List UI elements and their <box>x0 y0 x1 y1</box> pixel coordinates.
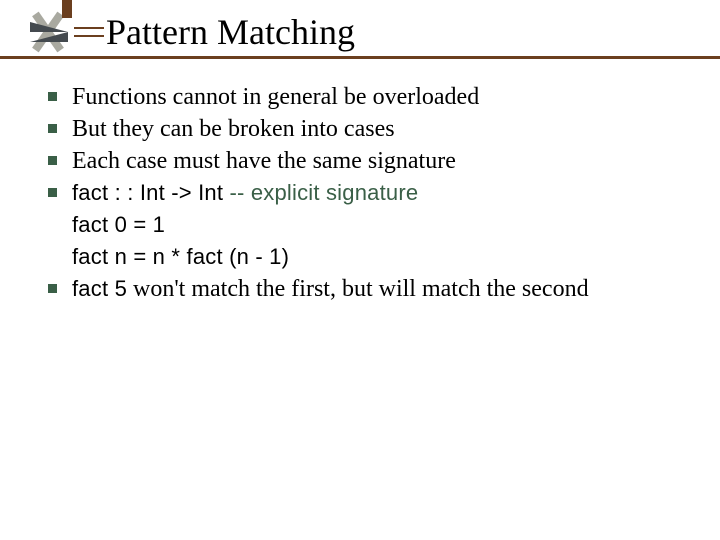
bullet-item: fact : : Int -> Int -- explicit signatur… <box>42 178 690 208</box>
bullet-item: fact 5 won't match the first, but will m… <box>42 274 690 304</box>
square-bullet-icon <box>48 92 57 101</box>
bullet-text: But they can be broken into cases <box>72 116 395 142</box>
bullet-text: won't match the first, but will match th… <box>127 276 589 302</box>
square-bullet-icon <box>48 156 57 165</box>
bullet-item: But they can be broken into cases <box>42 114 690 144</box>
slide-body: Functions cannot in general be overloade… <box>42 82 690 306</box>
bullet-item: Functions cannot in general be overloade… <box>42 82 690 112</box>
bullet-text: Functions cannot in general be overloade… <box>72 84 479 110</box>
square-bullet-icon <box>48 188 57 197</box>
code-comment: -- explicit signature <box>223 180 418 205</box>
bullet-item: Each case must have the same signature <box>42 146 690 176</box>
code-text: fact : : Int -> Int <box>72 180 223 205</box>
slide-title: Pattern Matching <box>106 11 355 53</box>
title-underline <box>0 56 720 59</box>
square-bullet-icon <box>48 124 57 133</box>
code-line: fact 0 = 1 <box>42 210 690 240</box>
code-text: fact 5 <box>72 276 127 301</box>
code-text: fact 0 = 1 <box>72 212 165 237</box>
bullet-text: Each case must have the same signature <box>72 148 456 174</box>
square-bullet-icon <box>48 284 57 293</box>
code-line: fact n = n * fact (n - 1) <box>42 242 690 272</box>
code-text: fact n = n * fact (n - 1) <box>72 244 289 269</box>
haskell-logo-icon <box>0 0 120 70</box>
slide: Pattern Matching Functions cannot in gen… <box>0 0 720 540</box>
